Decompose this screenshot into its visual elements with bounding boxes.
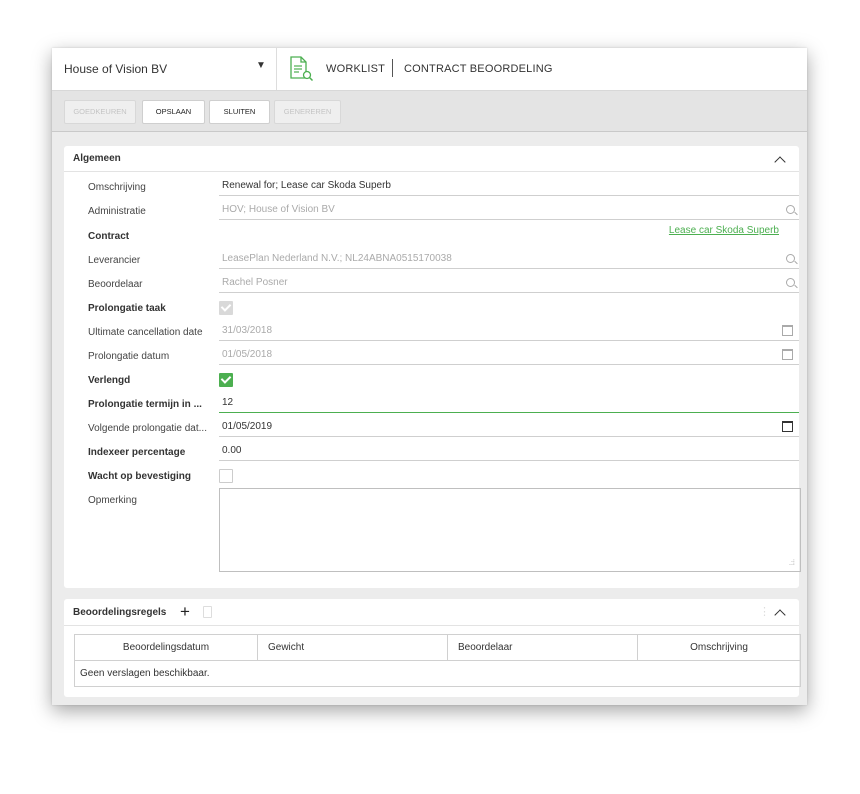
chevron-down-icon[interactable]: ▼ [256,60,266,71]
breadcrumb-separator [392,59,393,77]
trash-icon[interactable] [203,606,212,618]
table-row: Geen verslagen beschikbaar. [74,660,801,687]
prolongatie-datum-value: 01/05/2018 [222,349,273,360]
company-selector-label[interactable]: House of Vision BV [64,62,167,76]
column-header[interactable]: Beoordelingsdatum [74,634,258,661]
contract-label: Contract [88,231,130,242]
verlengd-checkbox[interactable] [219,373,233,387]
action-toolbar: GOEDKEUREN OPSLAAN SLUITEN GENEREREN [52,91,807,132]
prolongatie-termijn-label: Prolongatie termijn in ... [88,399,202,410]
check-icon [220,373,232,384]
ultimate-cancellation-value: 31/03/2018 [222,325,273,336]
column-header[interactable]: Beoordelaar [447,634,638,661]
add-icon[interactable]: + [180,602,190,622]
header-bar: House of Vision BV ▼ WORKLIST CONTRACT B… [52,48,807,91]
collapse-chevron-icon[interactable] [774,609,786,621]
wacht-op-bevestiging-checkbox[interactable] [219,469,233,483]
administratie-value: HOV; House of Vision BV [222,204,335,215]
omschrijving-label: Omschrijving [88,182,146,193]
calendar-icon[interactable] [782,421,793,432]
general-panel: Algemeen Omschrijving Renewal for; Lease… [64,146,801,588]
indexeer-percentage-value: 0.00 [222,445,242,456]
opmerking-textarea[interactable] [219,488,801,572]
prolongatie-datum-input[interactable]: 01/05/2018 [219,347,799,365]
ultimate-cancellation-label: Ultimate cancellation date [88,327,203,338]
indexeer-percentage-input[interactable]: 0.00 [219,443,799,461]
panel-divider [64,625,799,626]
column-header[interactable]: Gewicht [257,634,448,661]
beoordelaar-input[interactable]: Rachel Posner [219,275,799,293]
generate-button[interactable]: GENEREREN [274,100,341,124]
prolongatie-datum-label: Prolongatie datum [88,351,170,362]
save-button[interactable]: OPSLAAN [142,100,205,124]
ultimate-cancellation-input[interactable]: 31/03/2018 [219,323,799,341]
volgende-prolongatie-value: 01/05/2019 [222,421,273,432]
leverancier-label: Leverancier [88,255,141,266]
volgende-prolongatie-label: Volgende prolongatie dat... [88,423,207,434]
collapse-chevron-icon[interactable] [774,156,786,168]
wacht-op-bevestiging-label: Wacht op bevestiging [88,471,191,482]
calendar-icon[interactable] [782,349,793,360]
rules-table: Beoordelingsdatum Gewicht Beoordelaar Om… [74,634,801,687]
search-icon[interactable] [786,205,795,214]
search-icon[interactable] [786,254,795,263]
administratie-label: Administratie [88,206,146,217]
general-panel-title: Algemeen [73,153,121,164]
opmerking-label: Opmerking [88,495,137,506]
rules-panel: Beoordelingsregels + ⋮ Beoordelingsdatum… [64,599,801,697]
administratie-input[interactable]: HOV; House of Vision BV [219,202,799,220]
approve-button[interactable]: GOEDKEUREN [64,100,136,124]
indexeer-percentage-label: Indexeer percentage [88,447,186,458]
page-title: CONTRACT BEOORDELING [404,63,553,75]
prolongatie-taak-label: Prolongatie taak [88,303,166,314]
check-icon [220,301,232,312]
prolongatie-taak-checkbox[interactable] [219,301,233,315]
more-options-icon[interactable]: ⋮ [759,605,770,618]
beoordelaar-value: Rachel Posner [222,277,288,288]
breadcrumb-worklist[interactable]: WORKLIST [326,63,385,75]
leverancier-input[interactable]: LeasePlan Nederland N.V.; NL24ABNA051517… [219,251,799,269]
contract-link[interactable]: Lease car Skoda Superb [669,225,779,236]
volgende-prolongatie-input[interactable]: 01/05/2019 [219,419,799,437]
rules-panel-title: Beoordelingsregels [73,607,167,618]
app-window: House of Vision BV ▼ WORKLIST CONTRACT B… [52,48,807,705]
empty-message: Geen verslagen beschikbaar. [74,660,801,687]
header-divider [276,48,277,90]
column-header[interactable]: Omschrijving [637,634,801,661]
resize-grip-icon[interactable]: .:⁞ [789,560,796,585]
panel-divider [64,171,799,172]
calendar-icon[interactable] [782,325,793,336]
table-header-row: Beoordelingsdatum Gewicht Beoordelaar Om… [74,634,801,661]
beoordelaar-label: Beoordelaar [88,279,143,290]
omschrijving-input[interactable]: Renewal for; Lease car Skoda Superb [219,178,799,196]
search-icon[interactable] [786,278,795,287]
omschrijving-value: Renewal for; Lease car Skoda Superb [222,180,391,191]
document-search-icon [288,56,314,87]
verlengd-label: Verlengd [88,375,131,386]
prolongatie-termijn-input[interactable]: 12 [219,395,799,413]
close-button[interactable]: SLUITEN [209,100,270,124]
prolongatie-termijn-value: 12 [222,397,234,408]
leverancier-value: LeasePlan Nederland N.V.; NL24ABNA051517… [222,253,452,264]
